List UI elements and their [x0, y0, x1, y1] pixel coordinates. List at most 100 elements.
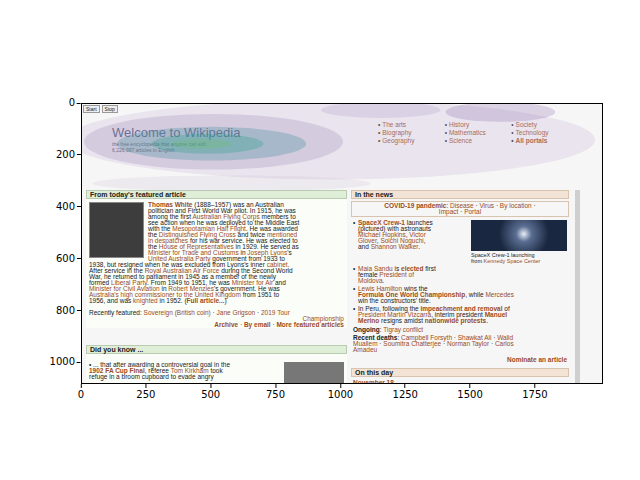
link[interactable]: Australian Flying Corps	[192, 213, 259, 220]
link[interactable]: elected	[401, 265, 423, 272]
news-item: •Maia Sandu is elected firstfemale Presi…	[353, 266, 567, 284]
portal-link[interactable]: •Society	[511, 121, 578, 129]
link[interactable]: Championship	[302, 315, 344, 322]
link[interactable]: in despatches	[148, 237, 188, 244]
link[interactable]: Soichi Noguchi	[380, 237, 423, 244]
link[interactable]: Formula One World Championship	[358, 291, 465, 298]
link[interactable]: More featured articles	[276, 321, 344, 328]
tick-mark	[470, 384, 471, 388]
link[interactable]: United Australia Party	[148, 255, 211, 262]
link[interactable]: Shannon Walker	[371, 243, 418, 250]
link[interactable]: cabinet	[267, 261, 288, 268]
link[interactable]: knighted	[133, 297, 158, 304]
text: ,	[377, 237, 381, 244]
link[interactable]: By email	[244, 321, 271, 328]
link[interactable]: Joseph Lyons	[247, 249, 287, 256]
text: (pictured) with astronauts	[358, 225, 431, 232]
toolbar-button[interactable]: Stop	[102, 105, 118, 113]
portal-link[interactable]: •Biography	[378, 129, 445, 137]
link[interactable]: Kennedy Space Center	[484, 258, 541, 264]
link[interactable]: Minister for Civil Aviation	[89, 285, 160, 292]
link[interactable]: Minister for Trade and Customs	[148, 249, 239, 256]
portal-link[interactable]: •History	[445, 121, 512, 129]
tick-mark	[77, 362, 81, 363]
link[interactable]: Norman Taylor	[447, 340, 489, 347]
link[interactable]: Mercedes	[485, 291, 514, 298]
link[interactable]: Virus	[479, 202, 494, 209]
x-tick-label: 1500	[457, 389, 482, 401]
link[interactable]: Australia's high commissioner to the Uni…	[89, 291, 241, 298]
link[interactable]: House of Representatives	[159, 243, 234, 250]
link[interactable]: Glover	[358, 237, 377, 244]
link[interactable]: Walid	[497, 334, 513, 341]
link[interactable]: Archive	[214, 321, 238, 328]
text: , while	[465, 291, 485, 298]
text-line: Muallem · Soumitra Chatterjee · Norman T…	[353, 341, 567, 347]
link[interactable]: Jane Grigson	[217, 309, 256, 316]
nominate-link[interactable]: Nominate an article	[351, 357, 569, 363]
tick-mark	[405, 384, 406, 388]
link[interactable]: Mesopotamian Half Flight	[172, 225, 246, 232]
portal-link[interactable]: •Science	[445, 137, 512, 145]
link[interactable]: Carlos	[495, 340, 514, 347]
text: War, he returned to parliament in 1945 a…	[89, 273, 276, 280]
link[interactable]: Shawkat Ali	[458, 334, 492, 341]
link[interactable]: impeachment and removal	[421, 305, 503, 312]
link[interactable]: Manuel	[485, 311, 507, 318]
y-tick-label: 600	[56, 253, 75, 265]
link[interactable]: Liberal Party	[111, 279, 147, 286]
portal-link[interactable]: •Geography	[378, 137, 445, 145]
y-tick: 800	[56, 305, 81, 317]
text: ·	[378, 340, 384, 347]
link[interactable]: President of	[379, 271, 414, 278]
link[interactable]: By location	[500, 202, 532, 209]
link[interactable]: nationwide protests	[425, 317, 486, 324]
link[interactable]: SpaceX Crew-1	[358, 219, 405, 226]
scrollbar[interactable]	[575, 190, 580, 383]
text-line: Archive · By email · More featured artic…	[89, 322, 344, 328]
link[interactable]: COVID-19 pandemic	[384, 202, 446, 209]
dyk-photo	[284, 362, 344, 384]
link[interactable]: mentioned	[267, 231, 297, 238]
plot-axes: StartStopWelcome to Wikipediathe free en…	[81, 103, 603, 384]
link[interactable]: Sovereign (British coin)	[144, 309, 211, 316]
toolbar-button[interactable]: Start	[83, 105, 100, 113]
link[interactable]: Moldova	[358, 277, 383, 284]
portal-link[interactable]: •All portals	[511, 137, 578, 145]
link[interactable]: Soumitra Chatterjee	[383, 340, 441, 347]
x-tick: 250	[136, 384, 155, 401]
x-tick: 750	[266, 384, 285, 401]
link[interactable]: Amadeu	[353, 346, 377, 353]
link[interactable]: Michael Hopkins	[358, 231, 406, 238]
link[interactable]: Muallem	[353, 340, 378, 347]
link[interactable]: 1902 FA Cup Final	[89, 367, 145, 374]
portal-link[interactable]: •Technology	[511, 129, 578, 137]
text: ·	[271, 321, 277, 328]
dyk-section: Did you know ...• ... that after awardin…	[86, 345, 347, 384]
link[interactable]: President Martín Vizcarra	[358, 311, 431, 318]
text: from 1951 to	[241, 291, 279, 298]
link[interactable]: Minister for Air	[232, 279, 274, 286]
featured-top: Thomas White (1888–1957) was an Australi…	[89, 202, 344, 262]
link[interactable]: Distinguished Flying Cross	[159, 231, 236, 238]
tick-mark	[77, 154, 81, 155]
link[interactable]: Disease	[450, 202, 473, 209]
link[interactable]: Victor	[409, 231, 426, 238]
link[interactable]: Campbell Forsyth	[401, 334, 452, 341]
link[interactable]: Thomas White	[148, 201, 192, 208]
link[interactable]: Impact	[439, 208, 459, 215]
link[interactable]: Merino	[358, 317, 379, 324]
link[interactable]: Full article...	[187, 297, 225, 304]
link[interactable]: Tom Kirkham	[171, 367, 209, 374]
link[interactable]: Portal	[464, 208, 481, 215]
link[interactable]: Lewis Hamilton	[358, 285, 402, 292]
link[interactable]: Maia Sandu	[358, 265, 393, 272]
link[interactable]: Tigray conflict	[383, 326, 423, 333]
link[interactable]: Robert Menzies	[168, 285, 214, 292]
link[interactable]: Royal Australian Air Force	[145, 267, 220, 274]
portal-link[interactable]: •Mathematics	[445, 129, 512, 137]
portal-link[interactable]: •The arts	[378, 121, 445, 129]
text: In Peru, following the	[358, 305, 421, 312]
link[interactable]: 2019 Tour	[261, 309, 290, 316]
on-this-day-date[interactable]: November 18	[351, 380, 569, 384]
